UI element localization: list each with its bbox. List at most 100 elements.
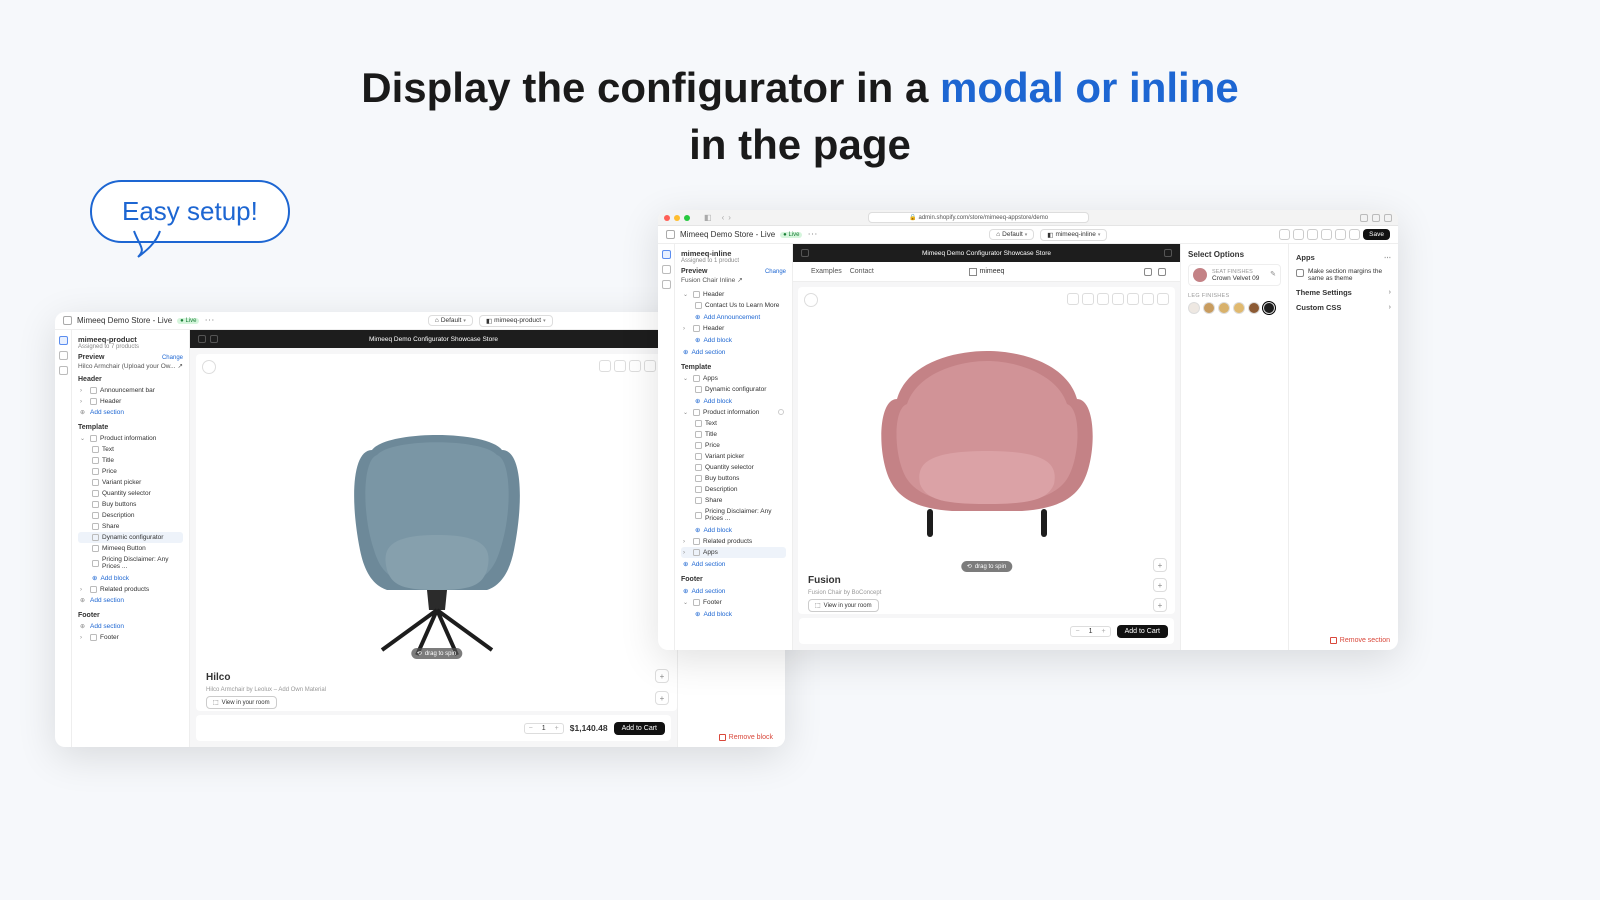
quantity-stepper[interactable]: −1+ bbox=[524, 723, 564, 734]
add-to-cart-button[interactable]: Add to Cart bbox=[614, 722, 665, 735]
tree-item[interactable]: Quantity selector bbox=[78, 488, 183, 499]
view-in-room-button[interactable]: ⬚View in your room bbox=[808, 599, 879, 612]
swatch[interactable] bbox=[1218, 302, 1230, 314]
selected-swatch[interactable]: SEAT FINISHESCrown Velvet 09 ✎ bbox=[1188, 264, 1281, 286]
add-section[interactable]: ⊕Add section bbox=[78, 595, 183, 606]
reset-icon[interactable] bbox=[804, 293, 818, 307]
swatch[interactable] bbox=[1263, 302, 1275, 314]
add-section[interactable]: ⊕Add section bbox=[78, 407, 183, 418]
nav-link[interactable]: Examples bbox=[811, 268, 842, 275]
add-to-cart-button[interactable]: Add to Cart bbox=[1117, 625, 1168, 638]
add-block[interactable]: ⊕Add block bbox=[681, 395, 786, 407]
add-section[interactable]: ⊕Add section bbox=[78, 621, 183, 632]
add-fab[interactable]: + bbox=[655, 691, 669, 705]
home-icon[interactable] bbox=[666, 230, 675, 239]
tree-item[interactable]: Share bbox=[681, 495, 786, 506]
tree-item[interactable]: Buy buttons bbox=[78, 499, 183, 510]
home-icon[interactable] bbox=[63, 316, 72, 325]
toolbar-icon[interactable] bbox=[1321, 229, 1332, 240]
cart-icon[interactable] bbox=[1158, 268, 1166, 276]
remove-block-button[interactable]: Remove block bbox=[719, 734, 773, 741]
theme-settings-icon[interactable] bbox=[662, 265, 671, 274]
product-canvas[interactable]: ⟲drag to spin Hilco Hilco Armchair by Le… bbox=[196, 354, 677, 711]
tree-item[interactable]: Title bbox=[681, 429, 786, 440]
tree-item[interactable]: Price bbox=[681, 440, 786, 451]
product-canvas[interactable]: ⟲drag to spin Fusion Fusion Chair by BoC… bbox=[798, 287, 1175, 614]
tree-item[interactable]: Variant picker bbox=[78, 477, 183, 488]
add-fab[interactable]: + bbox=[1153, 558, 1167, 572]
custom-css-row[interactable]: Custom CSS› bbox=[1296, 300, 1391, 315]
app-embeds-icon[interactable] bbox=[662, 280, 671, 289]
swatch[interactable] bbox=[1233, 302, 1245, 314]
tree-item[interactable]: ⌄Header bbox=[681, 289, 786, 300]
sections-icon[interactable] bbox=[662, 250, 671, 259]
device-select[interactable]: ⌂Default▾ bbox=[989, 229, 1034, 240]
undo-icon[interactable] bbox=[1335, 229, 1346, 240]
add-fab[interactable]: + bbox=[1153, 598, 1167, 612]
tree-item[interactable]: Pricing Disclaimer: Any Prices ... bbox=[78, 554, 183, 572]
tree-item[interactable]: ⌄Product information bbox=[681, 407, 786, 418]
reset-icon[interactable] bbox=[202, 360, 216, 374]
tree-item[interactable]: Buy buttons bbox=[681, 473, 786, 484]
tree-item[interactable]: Text bbox=[681, 418, 786, 429]
canvas-tools[interactable] bbox=[1067, 293, 1169, 305]
tree-item[interactable]: Variant picker bbox=[681, 451, 786, 462]
change-link[interactable]: Change bbox=[765, 269, 786, 275]
preview-product[interactable]: Fusion Chair Inline↗ bbox=[681, 276, 786, 284]
tree-item[interactable]: Share bbox=[78, 521, 183, 532]
theme-settings-icon[interactable] bbox=[59, 351, 68, 360]
tree-item[interactable]: ›Related products bbox=[78, 584, 183, 595]
nav-link[interactable]: Contact bbox=[850, 268, 874, 275]
add-announcement[interactable]: ⊕Add Announcement bbox=[681, 311, 786, 323]
tree-item[interactable]: Pricing Disclaimer: Any Prices ... bbox=[681, 506, 786, 524]
toolbar-icon[interactable] bbox=[1307, 229, 1318, 240]
tree-item[interactable]: ›Announcement bar bbox=[78, 385, 183, 396]
tree-item-selected[interactable]: ›Apps bbox=[681, 547, 786, 558]
tree-item[interactable]: ›Footer bbox=[78, 632, 183, 643]
tree-item[interactable]: Price bbox=[78, 466, 183, 477]
more-icon[interactable]: ⋯ bbox=[807, 230, 817, 240]
swatch[interactable] bbox=[1248, 302, 1260, 314]
change-link[interactable]: Change bbox=[162, 355, 183, 361]
add-section[interactable]: ⊕Add section bbox=[681, 558, 786, 570]
tree-item[interactable]: Title bbox=[78, 455, 183, 466]
remove-section-button[interactable]: Remove section bbox=[1330, 637, 1390, 644]
tree-item[interactable]: ›Related products bbox=[681, 536, 786, 547]
add-section[interactable]: ⊕Add section bbox=[681, 346, 786, 358]
search-icon[interactable] bbox=[1144, 268, 1152, 276]
theme-settings-row[interactable]: Theme Settings› bbox=[1296, 285, 1391, 300]
app-embeds-icon[interactable] bbox=[59, 366, 68, 375]
checkbox-row[interactable]: Make section margins the same as theme bbox=[1296, 268, 1391, 282]
edit-icon[interactable]: ✎ bbox=[1270, 270, 1276, 278]
tree-item[interactable]: Description bbox=[78, 510, 183, 521]
add-block[interactable]: ⊕Add block bbox=[681, 334, 786, 346]
add-block[interactable]: ⊕Add block bbox=[681, 608, 786, 620]
tree-item[interactable]: ›Header bbox=[78, 396, 183, 407]
tree-item[interactable]: Quantity selector bbox=[681, 462, 786, 473]
toolbar-icon[interactable] bbox=[1293, 229, 1304, 240]
more-icon[interactable]: ⋯ bbox=[204, 316, 214, 326]
tree-item-selected[interactable]: Dynamic configurator bbox=[78, 532, 183, 543]
tree-item[interactable]: ⌄Product information bbox=[78, 433, 183, 444]
tree-item[interactable]: Description bbox=[681, 484, 786, 495]
template-select[interactable]: ◧mimeeq-inline▾ bbox=[1040, 229, 1107, 241]
tree-item[interactable]: Mimeeq Button bbox=[78, 543, 183, 554]
apps-section[interactable]: Apps⋯ bbox=[1296, 250, 1391, 265]
device-select[interactable]: ⌂Default▾ bbox=[428, 315, 473, 326]
add-fab[interactable]: + bbox=[1153, 578, 1167, 592]
save-button[interactable]: Save bbox=[1363, 229, 1390, 240]
url-bar[interactable]: 🔒 admin.shopify.com/store/mimeeq-appstor… bbox=[868, 212, 1089, 223]
quantity-stepper[interactable]: −1+ bbox=[1070, 626, 1110, 637]
tree-item[interactable]: ›Header bbox=[681, 323, 786, 334]
redo-icon[interactable] bbox=[1349, 229, 1360, 240]
sections-icon[interactable] bbox=[59, 336, 68, 345]
preview-product[interactable]: Hilco Armchair (Upload your Ow...↗ bbox=[78, 362, 183, 370]
toolbar-icon[interactable] bbox=[1279, 229, 1290, 240]
swatch[interactable] bbox=[1188, 302, 1200, 314]
tree-item[interactable]: Text bbox=[78, 444, 183, 455]
view-in-room-button[interactable]: ⬚View in your room bbox=[206, 696, 277, 709]
add-section[interactable]: ⊕Add section bbox=[681, 585, 786, 597]
tree-item[interactable]: Dynamic configurator bbox=[681, 384, 786, 395]
tree-item[interactable]: Contact Us to Learn More bbox=[681, 300, 786, 311]
add-block[interactable]: ⊕Add block bbox=[78, 572, 183, 584]
